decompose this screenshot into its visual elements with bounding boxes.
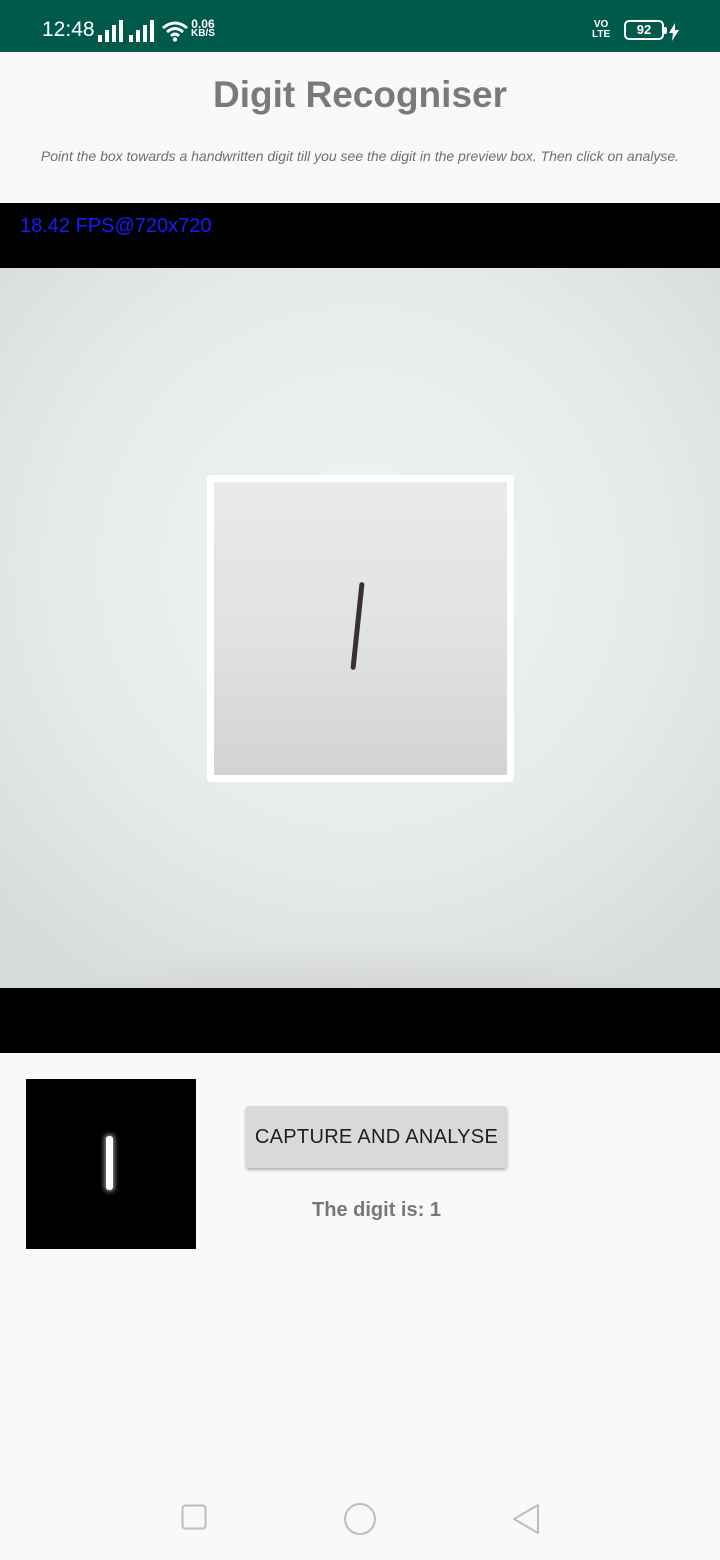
digit-result-text: The digit is: 1 xyxy=(312,1199,441,1221)
battery-level: 92 xyxy=(636,22,652,37)
home-icon[interactable] xyxy=(343,1502,377,1536)
wifi-icon xyxy=(162,21,188,42)
scan-box xyxy=(207,475,514,782)
preview-digit xyxy=(106,1136,113,1190)
camera-bottom-bar xyxy=(0,988,720,1053)
charging-icon xyxy=(669,23,679,41)
network-speed: 0.06 KB/S xyxy=(191,18,215,39)
volte-icon: VO LTE xyxy=(592,20,610,40)
status-time: 12:48 xyxy=(42,18,95,41)
battery-icon: 92 xyxy=(624,20,667,40)
signal-icon xyxy=(129,20,154,42)
status-bar: 12:48 0.06 KB/S VO LTE 92 xyxy=(0,0,720,52)
fps-label: 18.42 FPS@720x720 xyxy=(20,215,212,237)
back-icon[interactable] xyxy=(512,1503,540,1535)
instructions-text: Point the box towards a handwritten digi… xyxy=(40,148,680,164)
digit-preview-box xyxy=(26,1079,196,1249)
recents-icon[interactable] xyxy=(181,1504,207,1530)
volte-line2: LTE xyxy=(592,29,611,40)
navigation-bar xyxy=(0,1480,720,1560)
camera-preview xyxy=(0,268,720,988)
page-title: Digit Recogniser xyxy=(213,74,507,115)
camera-top-bar: 18.42 FPS@720x720 xyxy=(0,203,720,268)
signal-icon xyxy=(98,20,123,42)
network-speed-unit: KB/S xyxy=(191,28,215,39)
handwritten-digit xyxy=(350,581,365,671)
capture-and-analyse-button[interactable]: CAPTURE AND ANALYSE xyxy=(246,1106,507,1168)
